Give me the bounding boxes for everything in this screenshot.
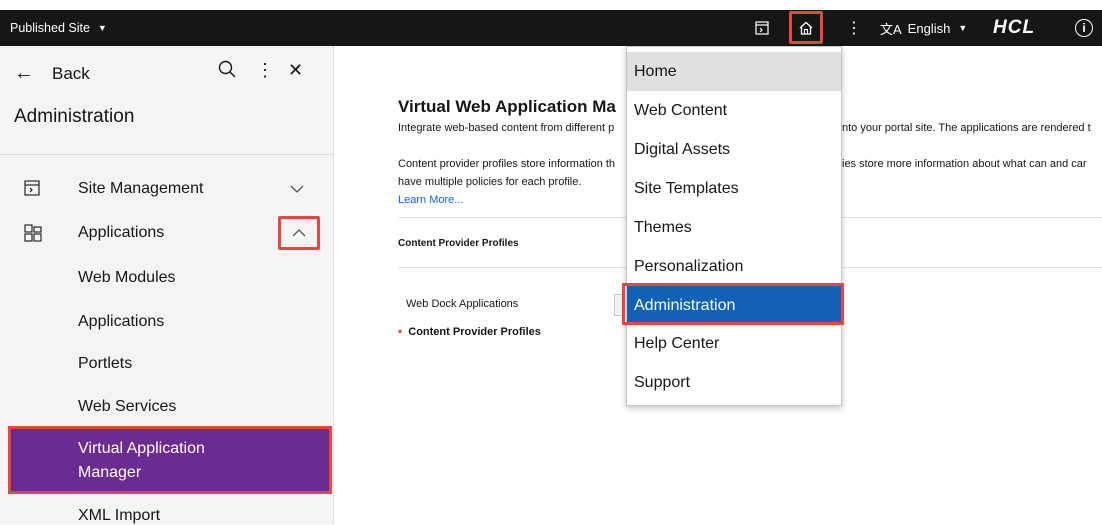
- language-label: English: [907, 20, 951, 36]
- content-provider-profiles-link[interactable]: ▪ Content Provider Profiles: [398, 324, 541, 338]
- learn-more-link[interactable]: Learn More...: [398, 194, 463, 206]
- top-strip: [0, 0, 1102, 10]
- menu-item-label: Site Templates: [634, 179, 739, 197]
- menu-item-label: Personalization: [634, 257, 744, 275]
- web-dock-applications-label: Web Dock Applications: [406, 298, 519, 310]
- top-bar: Published Site ▼ ⋮ 文A English ▼ HCL i: [0, 10, 1102, 46]
- menu-item-label: Support: [634, 373, 691, 391]
- home-highlight: [789, 11, 823, 44]
- menu-item-label: Web Content: [634, 101, 728, 119]
- sidebar-subitem-web-services[interactable]: Web Services: [78, 398, 176, 416]
- sidebar-item-label: Site Management: [78, 180, 204, 197]
- chevron-down-icon[interactable]: [290, 181, 304, 197]
- translate-icon: 文A: [880, 21, 902, 37]
- bullet-icon: ▪: [398, 324, 403, 338]
- sidebar-subitem-virtual-application-manager[interactable]: Virtual Application Manager: [8, 426, 332, 494]
- description-line1-right: nto your portal site. The applications a…: [842, 122, 1091, 134]
- menu-item-label: Help Center: [634, 334, 720, 352]
- menu-item-label: Home: [634, 62, 677, 80]
- caret-down-icon: ▼: [958, 23, 968, 33]
- menu-item-themes[interactable]: Themes: [627, 208, 841, 247]
- description-line2-right: ies store more information about what ca…: [842, 158, 1087, 170]
- arrow-left-icon: ←: [14, 62, 34, 84]
- page-title: Virtual Web Application Ma: [398, 97, 616, 116]
- language-selector[interactable]: 文A English ▼: [880, 10, 967, 46]
- sidebar-subitem-web-modules[interactable]: Web Modules: [78, 269, 176, 287]
- chevron-up-icon[interactable]: [278, 216, 320, 250]
- description-line3: have multiple policies for each profile.: [398, 176, 582, 188]
- sidebar-subitem-xml-import[interactable]: XML Import: [78, 507, 160, 525]
- search-icon[interactable]: [218, 60, 236, 83]
- menu-item-label: Digital Assets: [634, 140, 731, 158]
- overflow-menu-icon[interactable]: ⋮: [846, 10, 862, 46]
- sidebar-item-site-management[interactable]: Site Management: [0, 178, 333, 200]
- menu-item-help-center[interactable]: Help Center: [627, 324, 841, 363]
- caret-down-icon: ▼: [97, 23, 107, 33]
- sidebar-title: Administration: [14, 106, 135, 127]
- hcl-logo: HCL: [993, 17, 1036, 38]
- info-icon[interactable]: i: [1075, 19, 1093, 37]
- menu-item-label: Themes: [634, 218, 692, 236]
- divider: [0, 154, 334, 155]
- overflow-menu-icon[interactable]: ⋮: [256, 60, 274, 81]
- close-icon[interactable]: ✕: [288, 60, 303, 81]
- administration-highlight: [622, 283, 844, 325]
- sidebar-subitem-applications[interactable]: Applications: [78, 313, 164, 331]
- active-item-label-line2: Manager: [78, 464, 142, 481]
- back-label: Back: [52, 63, 90, 83]
- sidebar-item-label: Applications: [78, 224, 165, 241]
- section-label: Content Provider Profiles: [398, 238, 519, 249]
- site-management-icon: [24, 180, 42, 198]
- site-switcher-label: Published Site: [10, 21, 90, 35]
- description-line2-left: Content provider profiles store informat…: [398, 158, 616, 170]
- sidebar-subitem-portlets[interactable]: Portlets: [78, 355, 132, 373]
- crumb-label: Content Provider Profiles: [408, 326, 541, 338]
- description-line1-left: Integrate web-based content from differe…: [398, 122, 615, 134]
- menu-item-support[interactable]: Support: [627, 363, 841, 402]
- menu-item-site-templates[interactable]: Site Templates: [627, 169, 841, 208]
- applications-icon: [24, 224, 42, 242]
- menu-item-web-content[interactable]: Web Content: [627, 91, 841, 130]
- page-panel-icon[interactable]: [752, 10, 772, 46]
- site-switcher[interactable]: Published Site ▼: [10, 10, 107, 46]
- back-button[interactable]: ← Back: [14, 62, 90, 85]
- menu-item-digital-assets[interactable]: Digital Assets: [627, 130, 841, 169]
- active-item-label-line1: Virtual Application: [78, 440, 205, 457]
- sidebar: ← Back ⋮ ✕ Administration Site Managemen…: [0, 46, 334, 524]
- menu-item-home[interactable]: Home: [627, 52, 841, 91]
- app-switcher-menu: Home Web Content Digital Assets Site Tem…: [626, 46, 842, 406]
- menu-item-personalization[interactable]: Personalization: [627, 247, 841, 286]
